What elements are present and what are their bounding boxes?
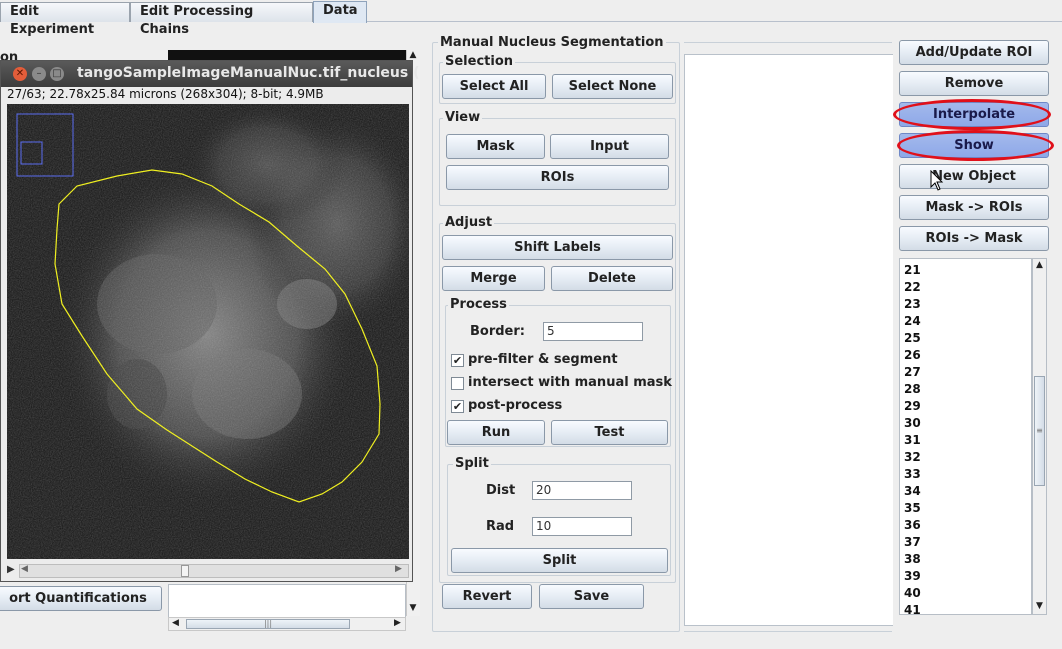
- list-item[interactable]: 40: [900, 585, 1031, 602]
- image-window: ✕ – □ tangoSampleImageManualNuc.tif_nucl…: [0, 60, 419, 582]
- select-none-button[interactable]: Select None: [552, 74, 673, 99]
- list-item[interactable]: 27: [900, 364, 1031, 381]
- shift-labels-button[interactable]: Shift Labels: [442, 235, 673, 260]
- adjust-label: Adjust: [443, 215, 495, 230]
- input-view-button[interactable]: Input: [550, 134, 669, 159]
- image-window-title: tangoSampleImageManualNuc.tif_nucleus (: [77, 65, 420, 81]
- process-label: Process: [448, 297, 509, 312]
- image-canvas[interactable]: [7, 104, 409, 559]
- split-button[interactable]: Split: [451, 548, 668, 573]
- slice-slider[interactable]: [19, 564, 409, 578]
- rois-to-mask-button[interactable]: ROIs -> Mask: [899, 226, 1049, 251]
- list-item[interactable]: 37: [900, 534, 1031, 551]
- view-group: [439, 118, 676, 206]
- mouse-pointer-icon: [930, 170, 944, 191]
- preview-frame: [684, 42, 892, 632]
- revert-button[interactable]: Revert: [442, 584, 532, 609]
- show-highlight-ring: [897, 130, 1054, 161]
- scroll-up-arrow[interactable]: ▲: [406, 50, 420, 60]
- save-button[interactable]: Save: [539, 584, 644, 609]
- intersect-checkbox[interactable]: [451, 377, 464, 390]
- list-item[interactable]: 32: [900, 449, 1031, 466]
- slice-slider-left-arrow[interactable]: ◀: [21, 564, 28, 574]
- rad-label: Rad: [486, 519, 515, 534]
- list-item[interactable]: 28: [900, 381, 1031, 398]
- segmentation-title: Manual Nucleus Segmentation: [438, 35, 666, 50]
- postprocess-checkbox[interactable]: ✔: [451, 400, 464, 413]
- border-input[interactable]: 5: [543, 322, 643, 341]
- text-area[interactable]: [168, 584, 406, 618]
- new-object-button[interactable]: New Object: [899, 164, 1049, 189]
- dist-label: Dist: [486, 483, 516, 498]
- roi-list[interactable]: 21 22 23 24 25 26 27 28 29 30 31 32 33 3…: [899, 258, 1032, 615]
- select-all-button[interactable]: Select All: [442, 74, 546, 99]
- list-item[interactable]: 31: [900, 432, 1031, 449]
- image-window-titlebar[interactable]: ✕ – □ tangoSampleImageManualNuc.tif_nucl…: [1, 61, 419, 87]
- roi-list-scroll-thumb[interactable]: ≡: [1034, 376, 1045, 486]
- test-button[interactable]: Test: [551, 420, 668, 445]
- delete-button[interactable]: Delete: [551, 266, 673, 291]
- run-button[interactable]: Run: [447, 420, 545, 445]
- scroll-down-arrow[interactable]: ▼: [406, 603, 420, 613]
- list-item[interactable]: 34: [900, 483, 1031, 500]
- tab-edit-processing-chains[interactable]: Edit Processing Chains: [130, 2, 313, 37]
- postprocess-label: post-process: [468, 398, 563, 413]
- list-item[interactable]: 25: [900, 330, 1031, 347]
- hscroll-left-arrow[interactable]: ◀: [172, 618, 179, 628]
- view-label: View: [443, 110, 483, 125]
- list-item[interactable]: 38: [900, 551, 1031, 568]
- list-item[interactable]: 24: [900, 313, 1031, 330]
- image-info: 27/63; 22.78x25.84 microns (268x304); 8-…: [7, 87, 324, 101]
- list-item[interactable]: 41: [900, 602, 1031, 614]
- mask-view-button[interactable]: Mask: [446, 134, 545, 159]
- intersect-label: intersect with manual mask: [468, 375, 672, 390]
- tab-bar: Edit Experiment Edit Processing Chains D…: [0, 0, 1062, 37]
- slice-play-icon[interactable]: ▶: [7, 564, 15, 575]
- mask-to-rois-button[interactable]: Mask -> ROIs: [899, 195, 1049, 220]
- roi-list-scroll-up[interactable]: ▲: [1033, 260, 1046, 270]
- prefilter-label: pre-filter & segment: [468, 352, 618, 367]
- dist-input[interactable]: 20: [532, 481, 632, 500]
- split-label: Split: [453, 456, 491, 471]
- hscroll-right-arrow[interactable]: ▶: [394, 618, 401, 628]
- list-item[interactable]: 33: [900, 466, 1031, 483]
- hscroll-thumb[interactable]: |||: [186, 619, 350, 629]
- add-update-roi-button[interactable]: Add/Update ROI: [899, 40, 1049, 65]
- minimize-icon[interactable]: –: [32, 67, 46, 81]
- list-item[interactable]: 23: [900, 296, 1031, 313]
- interpolate-highlight-ring: [893, 99, 1051, 130]
- maximize-icon[interactable]: □: [50, 67, 64, 81]
- nucleus-image: [7, 104, 409, 559]
- remove-button[interactable]: Remove: [899, 71, 1049, 96]
- slice-slider-right-arrow[interactable]: ▶: [395, 564, 402, 574]
- list-item[interactable]: 30: [900, 415, 1031, 432]
- close-icon[interactable]: ✕: [13, 67, 27, 81]
- rois-view-button[interactable]: ROIs: [446, 165, 669, 190]
- prefilter-checkbox[interactable]: ✔: [451, 354, 464, 367]
- merge-button[interactable]: Merge: [442, 266, 545, 291]
- selection-label: Selection: [443, 54, 516, 69]
- list-item[interactable]: 22: [900, 279, 1031, 296]
- export-quantifications-button[interactable]: ort Quantifications: [0, 586, 162, 611]
- tab-data[interactable]: Data: [313, 1, 367, 23]
- list-item[interactable]: 21: [900, 262, 1031, 279]
- tab-edit-experiment[interactable]: Edit Experiment: [0, 2, 130, 37]
- border-label: Border:: [470, 324, 525, 339]
- rad-input[interactable]: 10: [532, 517, 632, 536]
- slice-slider-thumb[interactable]: [181, 565, 189, 577]
- list-item[interactable]: 39: [900, 568, 1031, 585]
- list-item[interactable]: 36: [900, 517, 1031, 534]
- list-item[interactable]: 26: [900, 347, 1031, 364]
- list-item[interactable]: 35: [900, 500, 1031, 517]
- roi-list-scroll-down[interactable]: ▼: [1033, 601, 1046, 611]
- list-item[interactable]: 29: [900, 398, 1031, 415]
